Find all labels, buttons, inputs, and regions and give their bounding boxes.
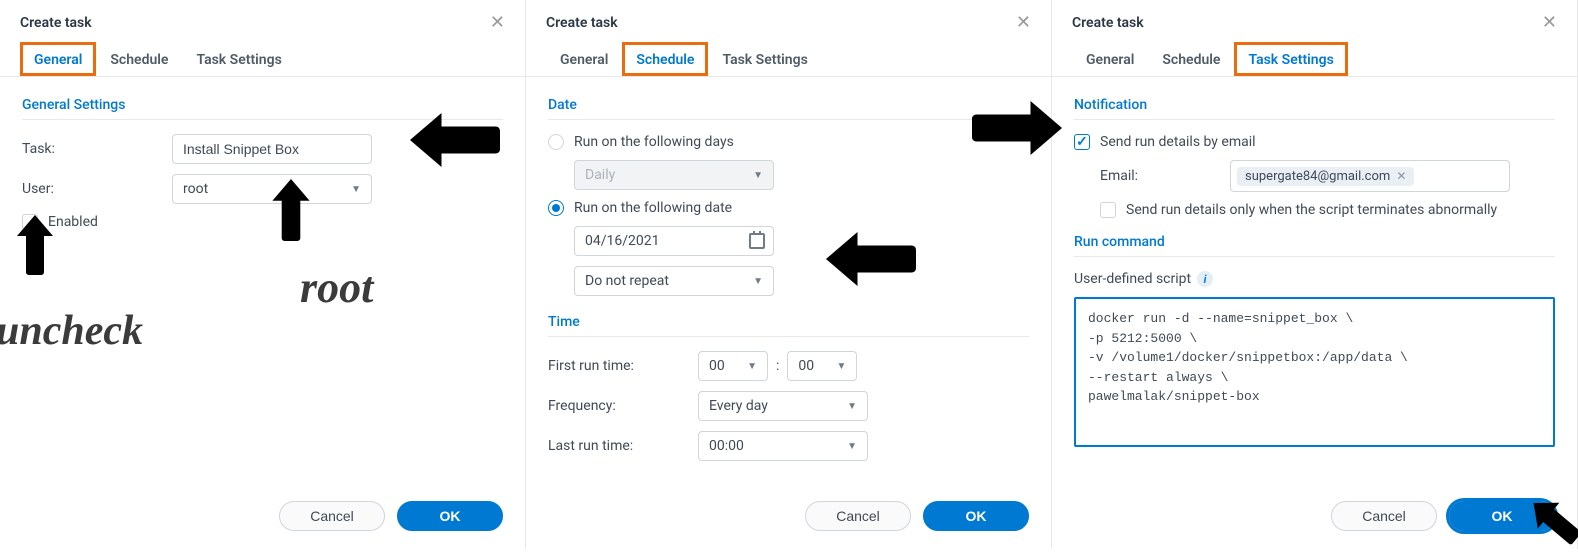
tab-general[interactable]: General xyxy=(20,42,96,76)
label-send-email: Send run details by email xyxy=(1100,134,1256,150)
label-run-date: Run on the following date xyxy=(574,200,732,216)
annotation-uncheck: uncheck xyxy=(0,307,143,355)
tabs: General Schedule Task Settings xyxy=(526,42,1051,77)
first-hour-select[interactable]: 00▼ xyxy=(698,351,768,381)
cancel-button[interactable]: Cancel xyxy=(1331,501,1437,531)
enabled-checkbox[interactable] xyxy=(22,214,38,230)
label-task: Task: xyxy=(22,141,172,157)
label-email: Email: xyxy=(1100,168,1230,184)
section-date: Date xyxy=(548,97,1029,120)
ok-button[interactable]: OK xyxy=(1449,501,1555,531)
chevron-down-icon: ▼ xyxy=(847,401,857,412)
send-email-checkbox[interactable] xyxy=(1074,134,1090,150)
section-run-command: Run command xyxy=(1074,234,1555,257)
first-min-select[interactable]: 00▼ xyxy=(787,351,857,381)
user-select-value: root xyxy=(183,181,208,197)
tab-task-settings[interactable]: Task Settings xyxy=(1234,42,1347,76)
tab-general[interactable]: General xyxy=(1072,42,1148,76)
chevron-down-icon: ▼ xyxy=(847,441,857,452)
section-notification: Notification xyxy=(1074,97,1555,120)
tab-task-settings[interactable]: Task Settings xyxy=(182,42,295,76)
info-icon[interactable]: i xyxy=(1197,271,1213,287)
tab-schedule[interactable]: Schedule xyxy=(96,42,182,76)
dialog-title: Create task xyxy=(20,15,92,31)
frequency-select[interactable]: Every day▼ xyxy=(698,391,868,421)
tabs: General Schedule Task Settings xyxy=(1052,42,1577,77)
date-value: 04/16/2021 xyxy=(585,233,660,249)
section-general-settings: General Settings xyxy=(22,97,503,120)
label-frequency: Frequency: xyxy=(548,398,698,414)
radio-days[interactable] xyxy=(548,134,564,150)
tab-general[interactable]: General xyxy=(546,42,622,76)
date-input[interactable]: 04/16/2021 xyxy=(574,226,774,256)
ok-button[interactable]: OK xyxy=(923,501,1029,531)
annotation-root: root xyxy=(300,262,373,313)
script-textarea[interactable]: docker run -d --name=snippet_box \ -p 52… xyxy=(1074,297,1555,447)
panel-general: Create task ✕ General Schedule Task Sett… xyxy=(0,0,526,549)
label-user: User: xyxy=(22,181,172,197)
remove-email-icon[interactable]: ✕ xyxy=(1396,169,1406,183)
last-run-select[interactable]: 00:00▼ xyxy=(698,431,868,461)
calendar-icon xyxy=(749,233,765,249)
daily-value: Daily xyxy=(585,167,615,183)
cancel-button[interactable]: Cancel xyxy=(279,501,385,531)
task-name-input[interactable] xyxy=(172,134,372,164)
tabs: General Schedule Task Settings xyxy=(0,42,525,77)
panel-schedule: Create task ✕ General Schedule Task Sett… xyxy=(526,0,1052,549)
dialog-title: Create task xyxy=(1072,15,1144,31)
tab-task-settings[interactable]: Task Settings xyxy=(708,42,821,76)
close-icon[interactable]: ✕ xyxy=(1016,14,1031,32)
chevron-down-icon: ▼ xyxy=(836,361,846,372)
tab-schedule[interactable]: Schedule xyxy=(622,42,708,76)
dialog-title: Create task xyxy=(546,15,618,31)
chevron-down-icon: ▼ xyxy=(753,276,763,287)
label-first-run: First run time: xyxy=(548,358,698,374)
daily-select: Daily ▼ xyxy=(574,160,774,190)
repeat-select[interactable]: Do not repeat ▼ xyxy=(574,266,774,296)
panel-task-settings: Create task ✕ General Schedule Task Sett… xyxy=(1052,0,1578,549)
chevron-down-icon: ▼ xyxy=(747,361,757,372)
close-icon[interactable]: ✕ xyxy=(1542,14,1557,32)
label-abnormal: Send run details only when the script te… xyxy=(1126,202,1497,218)
label-enabled: Enabled xyxy=(48,214,98,230)
close-icon[interactable]: ✕ xyxy=(490,14,505,32)
radio-date[interactable] xyxy=(548,200,564,216)
section-time: Time xyxy=(548,314,1029,337)
cancel-button[interactable]: Cancel xyxy=(805,501,911,531)
label-user-script: User-defined script xyxy=(1074,271,1191,287)
user-select[interactable]: root ▼ xyxy=(172,174,372,204)
abnormal-checkbox[interactable] xyxy=(1100,202,1116,218)
label-run-days: Run on the following days xyxy=(574,134,734,150)
email-tag[interactable]: supergate84@gmail.com✕ xyxy=(1237,167,1414,186)
chevron-down-icon: ▼ xyxy=(753,170,763,181)
email-input[interactable]: supergate84@gmail.com✕ xyxy=(1230,160,1510,192)
label-last-run: Last run time: xyxy=(548,438,698,454)
tab-schedule[interactable]: Schedule xyxy=(1148,42,1234,76)
ok-button[interactable]: OK xyxy=(397,501,503,531)
repeat-value: Do not repeat xyxy=(585,273,669,289)
chevron-down-icon: ▼ xyxy=(351,184,361,195)
